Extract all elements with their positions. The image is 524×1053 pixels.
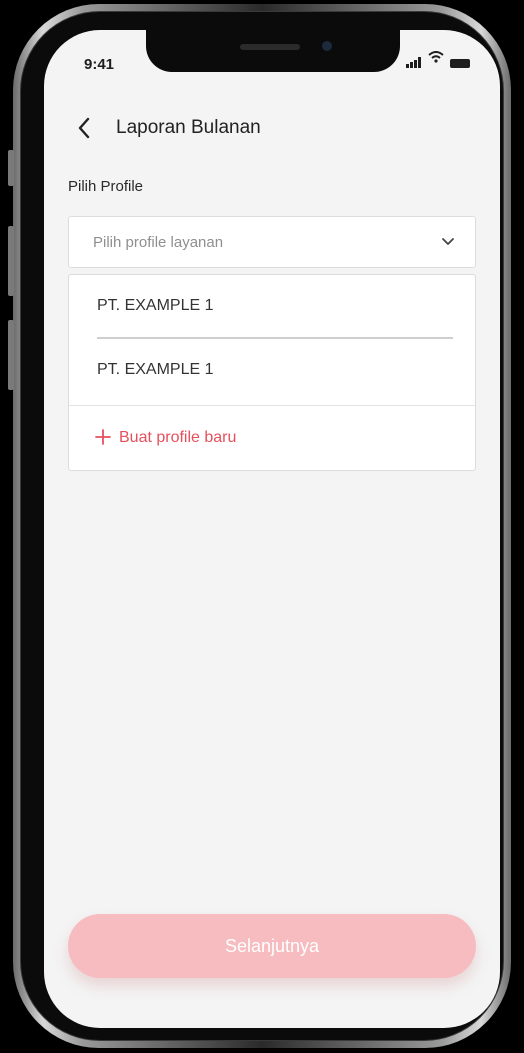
- mute-switch: [8, 150, 14, 186]
- notch: [146, 30, 400, 72]
- page-title: Laporan Bulanan: [116, 117, 261, 138]
- chevron-left-icon[interactable]: [72, 114, 96, 142]
- page-header: Laporan Bulanan: [72, 114, 261, 142]
- volume-down-button: [8, 320, 14, 390]
- status-icons: [406, 51, 470, 68]
- front-camera: [322, 41, 332, 51]
- create-profile-button[interactable]: Buat profile baru: [69, 406, 475, 470]
- create-profile-label: Buat profile baru: [119, 429, 237, 446]
- battery-icon: [450, 59, 470, 68]
- app-screen: 9:41 Laporan Bulanan Pilih Profile Pilih…: [44, 30, 500, 1028]
- next-button[interactable]: Selanjutnya: [68, 914, 476, 978]
- profile-select[interactable]: Pilih profile layanan: [68, 216, 476, 268]
- speaker-grille: [240, 44, 300, 50]
- wifi-icon: [428, 50, 444, 68]
- plus-icon: [95, 427, 111, 449]
- cellular-signal-icon: [406, 57, 422, 68]
- volume-up-button: [8, 226, 14, 296]
- profile-section-label: Pilih Profile: [68, 178, 144, 195]
- profile-dropdown-list: PT. EXAMPLE 1 PT. EXAMPLE 1 Buat profile…: [68, 274, 476, 471]
- chevron-down-icon: [441, 233, 455, 251]
- profile-option[interactable]: PT. EXAMPLE 1: [69, 339, 475, 401]
- select-placeholder: Pilih profile layanan: [93, 233, 224, 251]
- profile-option[interactable]: PT. EXAMPLE 1: [69, 275, 475, 337]
- status-time: 9:41: [84, 56, 115, 73]
